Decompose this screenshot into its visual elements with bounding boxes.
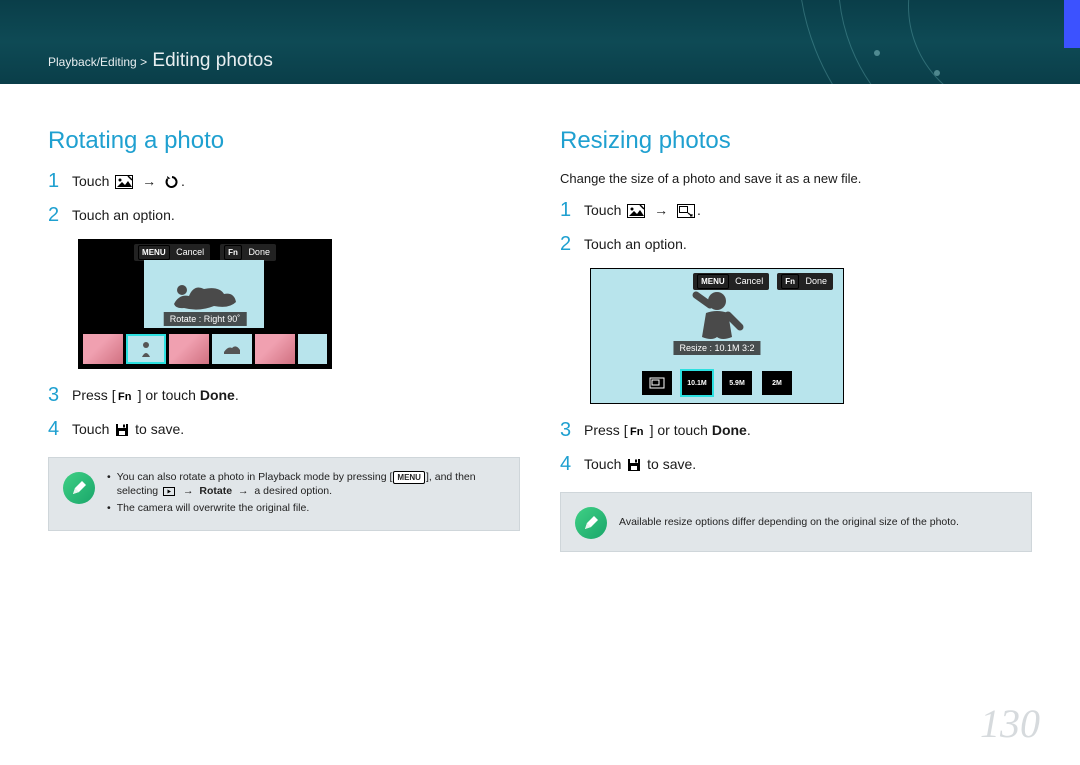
rotate-icon bbox=[165, 175, 179, 189]
step-1: 1 Touch → . bbox=[560, 200, 1032, 220]
fn-icon: Fn bbox=[118, 390, 136, 402]
note-rotate: You can also rotate a photo in Playback … bbox=[48, 457, 520, 531]
corner-tab bbox=[1064, 0, 1080, 48]
column-resizing: Resizing photos Change the size of a pho… bbox=[560, 115, 1032, 735]
pen-note-icon bbox=[63, 472, 95, 504]
step-4: 4 Touch to save. bbox=[48, 419, 520, 439]
rotate-screenshot: MENU Cancel Fn Done Rotate : Right 90˚ bbox=[78, 239, 332, 369]
breadcrumb-separator: > bbox=[140, 55, 150, 69]
svg-text:Fn: Fn bbox=[118, 391, 132, 402]
svg-text:Fn: Fn bbox=[630, 426, 644, 437]
save-disk-icon bbox=[627, 458, 641, 472]
page-number: 130 bbox=[980, 700, 1040, 747]
play-icon bbox=[163, 487, 175, 496]
step-1: 1 Touch → . bbox=[48, 171, 520, 191]
resize-screenshot: MENU Cancel Fn Done Resize : 10.1M 3:2 1… bbox=[590, 268, 844, 404]
step-3: 3 Press [Fn] or touch Done. bbox=[48, 385, 520, 405]
breadcrumb: Playback/Editing > Editing photos bbox=[48, 50, 273, 72]
step-4: 4 Touch to save. bbox=[560, 454, 1032, 474]
fn-icon: Fn bbox=[630, 425, 648, 437]
resize-icon bbox=[677, 204, 695, 218]
section-title-rotating: Rotating a photo bbox=[48, 127, 520, 155]
column-rotating: Rotating a photo 1 Touch → . 2 Touch an … bbox=[48, 115, 520, 735]
step-2: 2 Touch an option. bbox=[48, 205, 520, 225]
pen-note-icon bbox=[575, 507, 607, 539]
arrow-icon: → bbox=[654, 202, 668, 218]
breadcrumb-section: Playback/Editing bbox=[48, 55, 137, 69]
arrow-icon: → bbox=[142, 173, 156, 189]
edit-image-icon bbox=[627, 204, 645, 218]
edit-image-icon bbox=[115, 175, 133, 189]
step-3: 3 Press [Fn] or touch Done. bbox=[560, 420, 1032, 440]
page-header: Playback/Editing > Editing photos bbox=[0, 0, 1080, 84]
breadcrumb-title: Editing photos bbox=[152, 50, 272, 71]
save-disk-icon bbox=[115, 423, 129, 437]
note-resize: Available resize options differ dependin… bbox=[560, 492, 1032, 552]
section-title-resizing: Resizing photos bbox=[560, 127, 1032, 155]
step-2: 2 Touch an option. bbox=[560, 234, 1032, 254]
